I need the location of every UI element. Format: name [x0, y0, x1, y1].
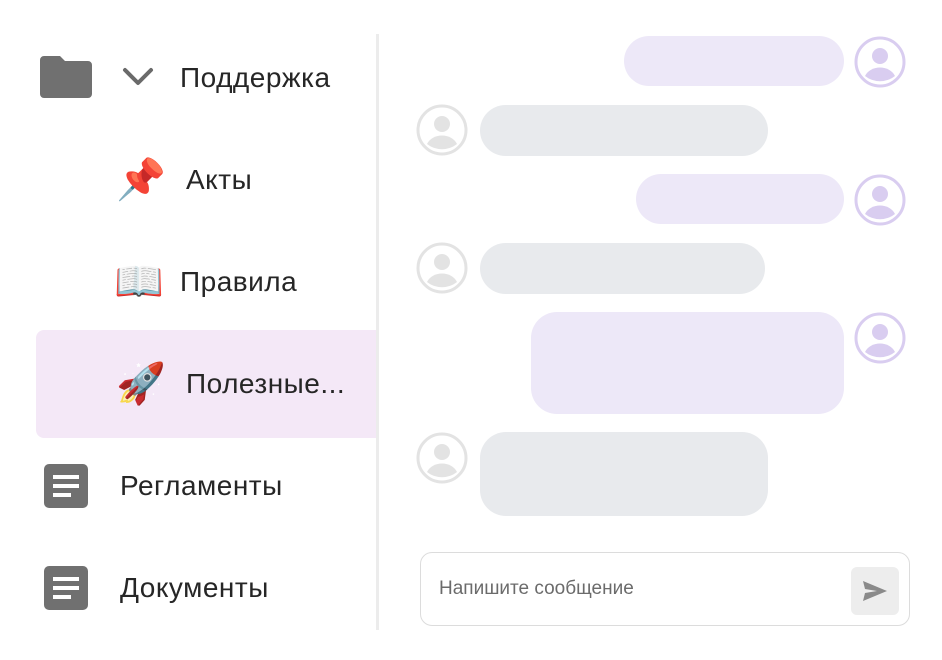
sidebar-item-useful[interactable]: 🚀 Полезные...: [36, 330, 377, 438]
message-bubble-incoming: [480, 243, 765, 294]
sidebar-divider: [376, 34, 379, 630]
message-bubble-outgoing: [636, 174, 844, 224]
contact-avatar-icon: [416, 432, 468, 484]
message-bubble-incoming: [480, 105, 768, 156]
sidebar-item-documents[interactable]: Документы: [36, 538, 377, 638]
open-book-icon: 📖: [114, 260, 164, 304]
sidebar-item-label: Правила: [180, 266, 298, 297]
app-window: Поддержка 📌 Акты 📖 Правила 🚀 Полезные...…: [0, 0, 942, 660]
pushpin-icon: 📌: [116, 158, 166, 202]
sidebar-item-support-label[interactable]: Поддержка: [180, 62, 331, 94]
document-icon: [44, 566, 88, 610]
user-avatar-icon: [854, 36, 906, 88]
chat-panel: [380, 0, 942, 660]
sidebar-item-acts[interactable]: 📌 Акты: [36, 130, 377, 230]
sidebar-item-label: Регламенты: [120, 470, 283, 501]
message-composer: [420, 552, 910, 626]
user-avatar-icon: [854, 312, 906, 364]
sidebar: Поддержка 📌 Акты 📖 Правила 🚀 Полезные...…: [0, 0, 378, 660]
sidebar-item-label: Полезные...: [186, 368, 346, 399]
message-bubble-outgoing: [624, 36, 844, 86]
sidebar-item-label: Документы: [120, 572, 269, 603]
user-avatar-icon: [854, 174, 906, 226]
chevron-down-icon[interactable]: [122, 66, 154, 88]
document-icon: [44, 464, 88, 508]
contact-avatar-icon: [416, 104, 468, 156]
sidebar-item-rules[interactable]: 📖 Правила: [36, 232, 377, 332]
rocket-icon: 🚀: [116, 362, 166, 406]
message-input[interactable]: [439, 575, 839, 603]
send-button[interactable]: [851, 567, 899, 615]
sidebar-item-regulations[interactable]: Регламенты: [36, 436, 377, 536]
message-bubble-outgoing: [531, 312, 844, 414]
contact-avatar-icon: [416, 242, 468, 294]
message-bubble-incoming: [480, 432, 768, 516]
folder-icon: [40, 56, 92, 98]
sidebar-item-label: Акты: [186, 164, 253, 195]
send-icon: [863, 581, 887, 601]
